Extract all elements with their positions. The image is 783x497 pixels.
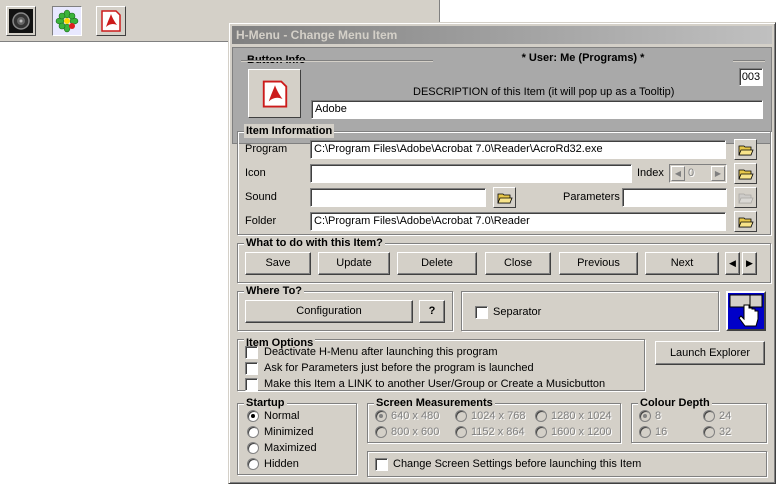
colour-32-radio[interactable]	[703, 426, 715, 438]
ask-parameters-checkbox[interactable]	[245, 362, 258, 375]
index-decrease-button[interactable]: ◀	[671, 166, 685, 181]
startup-maximized-radio[interactable]	[247, 442, 259, 454]
browse-program-button[interactable]	[734, 139, 757, 160]
startup-hidden-label: Hidden	[264, 458, 299, 470]
hand-pointer-icon	[729, 294, 763, 327]
index-label: Index	[637, 167, 664, 179]
icon-input[interactable]	[310, 164, 632, 183]
parameters-input[interactable]	[622, 188, 727, 207]
startup-normal-radio[interactable]	[247, 410, 259, 422]
previous-button[interactable]: Previous	[559, 252, 638, 275]
screen-800-label: 800 x 600	[391, 426, 440, 438]
make-link-label: Make this Item a LINK to another User/Gr…	[264, 378, 606, 390]
speaker-icon[interactable]	[6, 6, 36, 36]
browse-folder-button[interactable]	[734, 211, 757, 232]
where-to-title: Where To?	[244, 284, 305, 298]
screen-640-label: 640 x 480	[391, 410, 440, 422]
icon-label: Icon	[245, 167, 266, 179]
ask-parameters-label: Ask for Parameters just before the progr…	[264, 362, 534, 374]
update-button[interactable]: Update	[318, 252, 390, 275]
startup-minimized-label: Minimized	[264, 426, 314, 438]
save-button[interactable]: Save	[245, 252, 311, 275]
item-information-title: Item Information	[244, 124, 335, 138]
change-screen-checkbox[interactable]	[375, 458, 388, 471]
configuration-button[interactable]: Configuration	[245, 300, 413, 323]
open-folder-icon	[737, 193, 754, 203]
screen-1152-radio[interactable]	[455, 426, 467, 438]
colour-16-radio[interactable]	[639, 426, 651, 438]
index-spinner[interactable]: ◀ 0 ▶	[669, 164, 727, 183]
launch-explorer-button[interactable]: Launch Explorer	[655, 341, 765, 365]
screen-1024-radio[interactable]	[455, 410, 467, 422]
folder-input[interactable]: C:\Program Files\Adobe\Acrobat 7.0\Reade…	[310, 212, 726, 231]
adobe-reader-icon	[262, 80, 287, 107]
item-icon-preview[interactable]	[248, 69, 301, 118]
make-link-checkbox[interactable]	[245, 378, 258, 391]
screen-1152-label: 1152 x 864	[471, 426, 525, 438]
parameters-label: Parameters	[563, 191, 620, 203]
pointer-mode-button[interactable]	[726, 291, 766, 331]
open-folder-icon	[496, 193, 513, 203]
browse-sound-button[interactable]	[493, 187, 516, 208]
arrow-right-icon: ▶	[746, 258, 753, 268]
help-button[interactable]: ?	[419, 300, 445, 323]
screen-1600-label: 1600 x 1200	[551, 426, 612, 438]
close-button[interactable]: Close	[485, 252, 551, 275]
open-folder-icon	[737, 217, 754, 227]
arrow-left-icon: ◀	[729, 258, 736, 268]
program-input[interactable]: C:\Program Files\Adobe\Acrobat 7.0\Reade…	[310, 140, 726, 159]
colour-8-radio[interactable]	[639, 410, 651, 422]
index-value: 0	[688, 167, 695, 179]
colour-depth-group: Colour Depth	[631, 396, 767, 443]
deactivate-label: Deactivate H-Menu after launching this p…	[264, 346, 498, 358]
actions-title: What to do with this Item?	[244, 236, 385, 250]
colour-depth-title: Colour Depth	[638, 396, 712, 410]
browse-icon-button[interactable]	[734, 163, 757, 184]
browse-parameters-button[interactable]	[734, 187, 757, 208]
description-label: DESCRIPTION of this Item (it will pop up…	[413, 86, 675, 98]
separator-checkbox[interactable]	[475, 306, 488, 319]
colour-24-label: 24	[719, 410, 732, 422]
open-folder-icon	[737, 169, 754, 179]
startup-normal-label: Normal	[264, 410, 300, 422]
window-title[interactable]: H-Menu - Change Menu Item	[232, 26, 772, 44]
colour-24-radio[interactable]	[703, 410, 715, 422]
adobe-reader-icon[interactable]	[96, 6, 126, 36]
separator-label: Separator	[493, 306, 542, 318]
scroll-left-button[interactable]: ◀	[725, 252, 740, 275]
item-number-field[interactable]: 003	[739, 68, 763, 86]
program-label: Program	[245, 143, 288, 155]
user-heading: * User: Me (Programs) *	[433, 52, 733, 65]
startup-minimized-radio[interactable]	[247, 426, 259, 438]
colour-32-label: 32	[719, 426, 732, 438]
screen-800-radio[interactable]	[375, 426, 387, 438]
screen-1280-label: 1280 x 1024	[551, 410, 612, 422]
screen-measurements-title: Screen Measurements	[374, 396, 495, 410]
open-folder-icon	[737, 145, 754, 155]
colour-16-label: 16	[655, 426, 668, 438]
index-increase-button[interactable]: ▶	[711, 166, 725, 181]
startup-maximized-label: Maximized	[264, 442, 317, 454]
scroll-right-button[interactable]: ▶	[742, 252, 757, 275]
folder-label: Folder	[245, 215, 277, 227]
colour-8-label: 8	[655, 410, 662, 422]
screen-640-radio[interactable]	[375, 410, 387, 422]
sound-label: Sound	[245, 191, 277, 203]
next-button[interactable]: Next	[645, 252, 719, 275]
delete-button[interactable]: Delete	[397, 252, 477, 275]
change-screen-label: Change Screen Settings before launching …	[393, 458, 642, 470]
startup-hidden-radio[interactable]	[247, 458, 259, 470]
screen-1600-radio[interactable]	[535, 426, 547, 438]
screen-1280-radio[interactable]	[535, 410, 547, 422]
icq-flower-icon[interactable]	[52, 6, 82, 36]
description-input[interactable]: Adobe	[311, 100, 763, 119]
change-menu-item-window: H-Menu - Change Menu Item Button Info * …	[228, 22, 776, 484]
screen-1024-label: 1024 x 768	[471, 410, 526, 422]
deactivate-checkbox[interactable]	[245, 346, 258, 359]
sound-input[interactable]	[310, 188, 486, 207]
startup-title: Startup	[244, 396, 287, 410]
